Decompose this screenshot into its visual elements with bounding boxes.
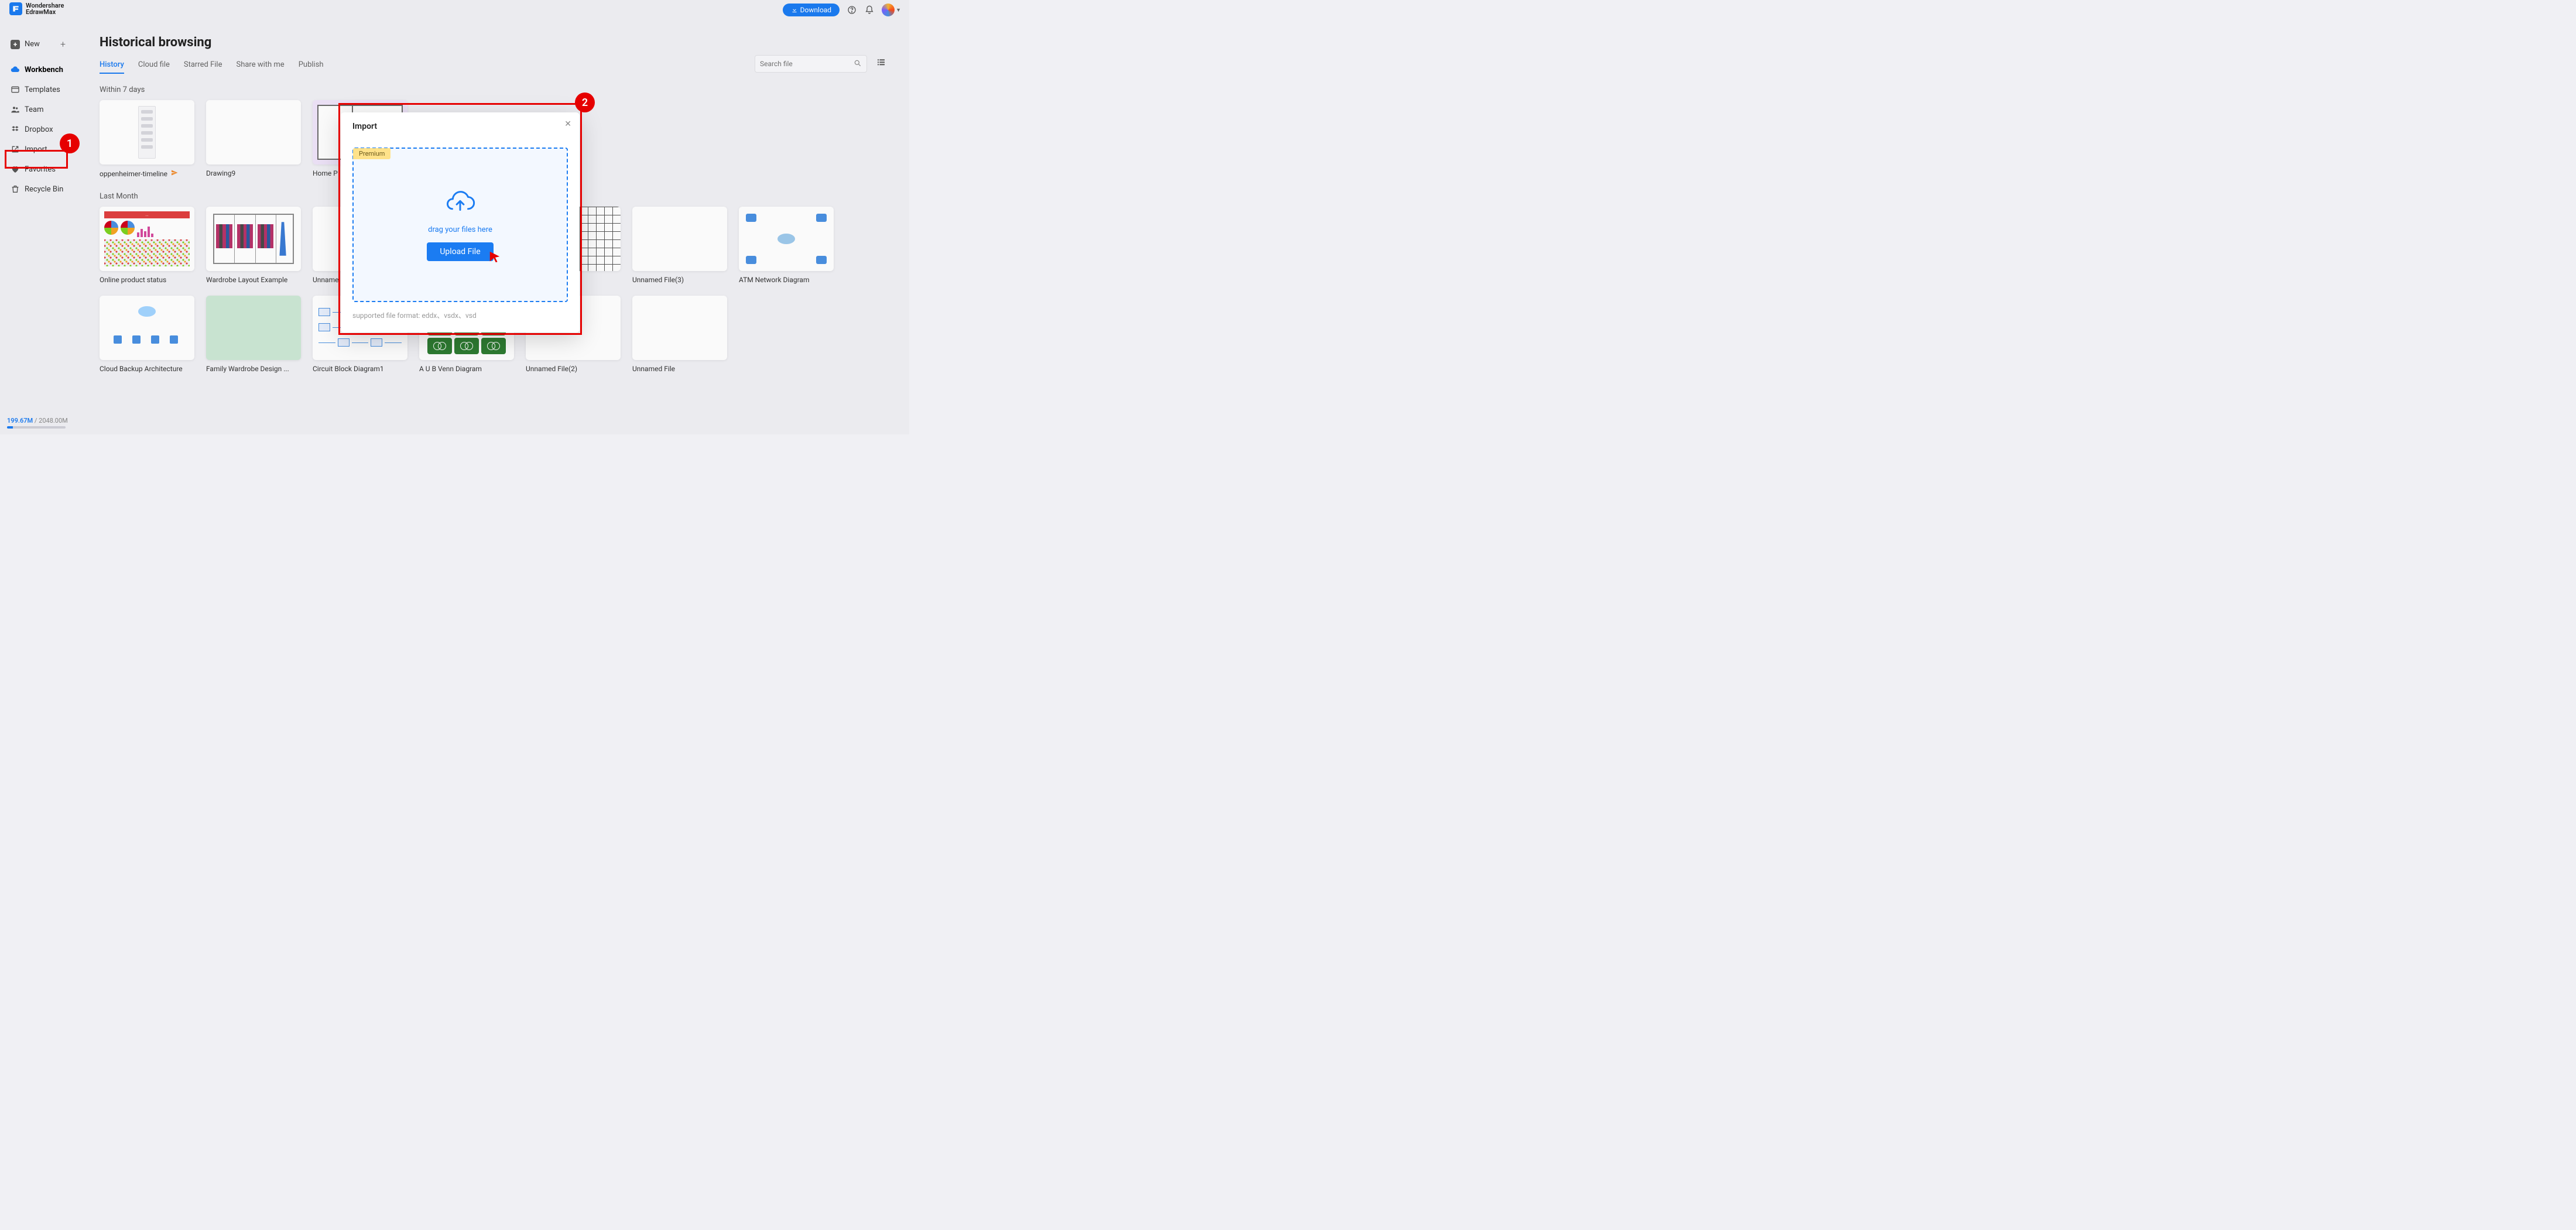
file-card[interactable]: ... Online product status	[100, 207, 194, 284]
premium-badge: Premium	[353, 148, 390, 159]
file-card[interactable]: Cloud Backup Architecture	[100, 296, 194, 373]
file-card[interactable]: Family Wardrobe Design ...	[206, 296, 301, 373]
heart-icon	[11, 165, 20, 174]
file-title: Online product status	[100, 276, 166, 284]
chevron-down-icon: ▼	[896, 7, 901, 13]
search-icon[interactable]	[854, 59, 862, 70]
file-card[interactable]: oppenheimer-timeline	[100, 100, 194, 178]
import-icon	[11, 145, 20, 154]
file-title: oppenheimer-timeline	[100, 170, 167, 178]
sidebar-item-label: Dropbox	[25, 125, 53, 134]
file-thumbnail	[739, 207, 834, 271]
trash-icon	[11, 184, 20, 194]
file-title: Unname	[313, 276, 338, 284]
search-input[interactable]	[760, 60, 854, 68]
file-thumbnail	[632, 296, 727, 360]
file-card[interactable]: Drawing9	[206, 100, 301, 178]
sidebar-item-templates[interactable]: Templates	[6, 80, 70, 99]
section-heading: Within 7 days	[100, 85, 886, 94]
brand-line2: EdrawMax	[26, 9, 64, 15]
sidebar-item-label: Recycle Bin	[25, 185, 63, 194]
file-title: ATM Network Diagram	[739, 276, 809, 284]
supported-formats-text: supported file format: eddx、vsdx、vsd	[352, 310, 568, 320]
storage-indicator: 199.67M / 2048.00M	[7, 417, 68, 429]
tab-publish[interactable]: Publish	[299, 60, 324, 74]
tab-history[interactable]: History	[100, 60, 124, 74]
team-icon	[11, 105, 20, 114]
file-title: A U B Venn Diagram	[419, 365, 482, 373]
file-card[interactable]: Wardrobe Layout Example	[206, 207, 301, 284]
download-label: Download	[800, 6, 831, 14]
avatar	[882, 4, 895, 16]
tab-cloud-file[interactable]: Cloud file	[138, 60, 170, 74]
help-icon[interactable]	[847, 5, 857, 15]
tab-starred-file[interactable]: Starred File	[184, 60, 222, 74]
file-title: Family Wardrobe Design ...	[206, 365, 289, 373]
modal-title: Import	[352, 122, 568, 131]
templates-icon	[11, 85, 20, 94]
file-title: Circuit Block Diagram1	[313, 365, 384, 373]
edrawmax-logo-icon	[9, 2, 22, 15]
sidebar-item-recycle-bin[interactable]: Recycle Bin	[6, 180, 70, 198]
app-brand-text: Wondershare EdrawMax	[26, 2, 64, 15]
file-title: Cloud Backup Architecture	[100, 365, 183, 373]
storage-used: 199.67M	[7, 417, 33, 424]
sidebar-item-team[interactable]: Team	[6, 100, 70, 119]
plus-icon[interactable]: +	[60, 39, 66, 50]
sidebar-item-label: Workbench	[25, 66, 63, 74]
drag-hint-text: drag your files here	[428, 225, 492, 234]
tab-share-with-me[interactable]: Share with me	[236, 60, 284, 74]
send-icon	[171, 169, 178, 178]
file-card[interactable]: Unnamed File(3)	[632, 207, 727, 284]
file-thumbnail	[100, 296, 194, 360]
user-avatar-menu[interactable]: ▼	[882, 4, 901, 16]
file-title: Wardrobe Layout Example	[206, 276, 287, 284]
file-thumbnail	[100, 100, 194, 165]
file-title: Unnamed File	[632, 365, 675, 373]
upload-file-button[interactable]: Upload File	[427, 242, 493, 261]
file-thumbnail	[206, 207, 301, 271]
file-title: Home P	[313, 169, 338, 177]
page-title: Historical browsing	[100, 35, 886, 50]
cloud-upload-icon	[444, 189, 476, 217]
file-thumbnail	[206, 100, 301, 165]
list-view-icon[interactable]	[876, 57, 886, 69]
file-card[interactable]: ATM Network Diagram	[739, 207, 834, 284]
storage-total: 2048.00M	[39, 417, 68, 424]
topbar: Wondershare EdrawMax Download ▼	[0, 0, 909, 18]
storage-sep: /	[33, 417, 39, 424]
search-box[interactable]	[755, 55, 867, 73]
import-modal: Import ✕ Premium drag your files here Up…	[341, 112, 580, 333]
sidebar-item-favorites[interactable]: Favorites	[6, 160, 70, 179]
file-thumbnail	[206, 296, 301, 360]
sidebar-item-dropbox[interactable]: Dropbox	[6, 120, 70, 139]
new-label: New	[25, 40, 40, 49]
file-thumbnail: ...	[100, 207, 194, 271]
sidebar-item-label: Import	[25, 145, 47, 154]
file-title: Drawing9	[206, 169, 235, 177]
storage-bar	[7, 426, 66, 429]
sidebar-item-new[interactable]: + New +	[6, 35, 70, 53]
cloud-icon	[11, 65, 20, 74]
file-thumbnail	[632, 207, 727, 271]
sidebar: + New + Workbench Templates Team Dropbox…	[0, 18, 76, 434]
sidebar-item-label: Templates	[25, 85, 60, 94]
sidebar-item-label: Favorites	[25, 165, 56, 174]
sidebar-item-label: Team	[25, 105, 44, 114]
app-logo[interactable]: Wondershare EdrawMax	[9, 2, 64, 15]
dropbox-icon	[11, 125, 20, 134]
file-card[interactable]: Unnamed File	[632, 296, 727, 373]
sidebar-item-workbench[interactable]: Workbench	[6, 60, 70, 79]
bell-icon[interactable]	[864, 5, 875, 15]
annotation-badge-2: 2	[575, 92, 595, 112]
download-button[interactable]: Download	[783, 4, 840, 16]
file-drop-zone[interactable]: Premium drag your files here Upload File	[352, 148, 568, 302]
file-title: Unnamed File(3)	[632, 276, 684, 284]
annotation-badge-1: 1	[60, 133, 80, 153]
new-icon: +	[11, 40, 20, 49]
file-title: Unnamed File(2)	[526, 365, 577, 373]
download-icon	[791, 6, 798, 13]
close-icon[interactable]: ✕	[564, 119, 571, 129]
